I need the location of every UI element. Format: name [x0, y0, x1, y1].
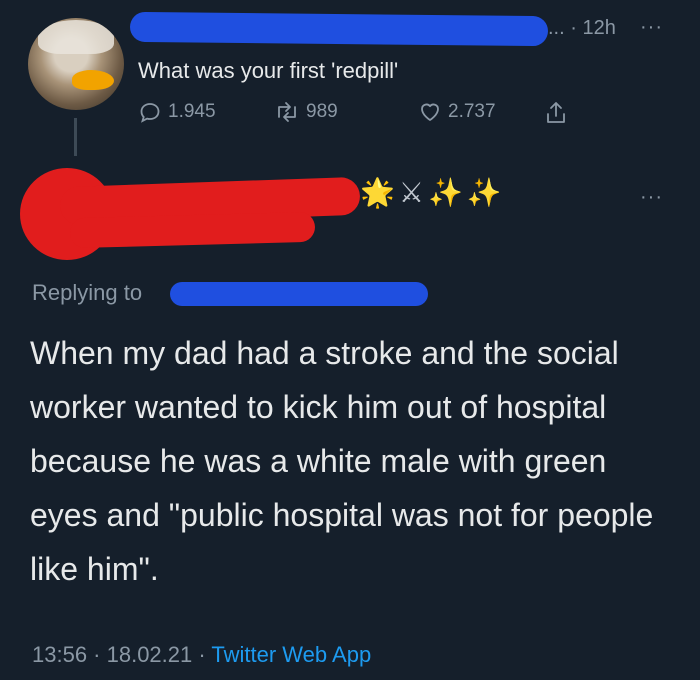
- duck-bill-overlay: [72, 70, 114, 90]
- avatar[interactable]: [28, 18, 124, 110]
- crossed-swords-emoji: ⚔: [398, 177, 428, 208]
- name-emoji-row: 🌟⚔✨✨: [360, 176, 506, 209]
- thread-connector-line: [74, 118, 77, 156]
- tweet-footer: 13:56 · 18.02.21 · Twitter Web App: [32, 642, 371, 668]
- share-icon: [544, 100, 568, 126]
- timestamp[interactable]: 13:56 · 18.02.21 ·: [32, 642, 211, 667]
- reply-button[interactable]: 1.945: [138, 100, 216, 124]
- reply-icon: [138, 100, 162, 124]
- redacted-handle: [69, 211, 316, 249]
- sparkles-emoji-2: ✨: [466, 177, 506, 208]
- heart-icon: [418, 100, 442, 124]
- replying-to-label: Replying to: [32, 280, 143, 305]
- star-emoji: 🌟: [360, 177, 399, 208]
- redacted-username: [129, 11, 549, 47]
- tweet-body: When my dad had a stroke and the social …: [30, 335, 654, 587]
- share-button[interactable]: [544, 100, 568, 126]
- tweet-text: What was your first 'redpill': [138, 58, 399, 83]
- reply-count: 1.945: [168, 101, 216, 122]
- tweet-time[interactable]: ... · 12h: [548, 17, 616, 40]
- source-link[interactable]: Twitter Web App: [211, 642, 371, 667]
- retweet-button[interactable]: 989: [274, 100, 338, 124]
- tweet-actions: 1.945 989 2.737: [138, 100, 598, 130]
- avatar-hair: [38, 20, 114, 54]
- retweet-icon: [274, 100, 300, 124]
- like-button[interactable]: 2.737: [418, 100, 496, 124]
- retweet-count: 989: [306, 101, 338, 122]
- redacted-reply-handle[interactable]: [170, 282, 428, 306]
- more-options-icon[interactable]: ···: [640, 186, 663, 209]
- more-options-icon[interactable]: ···: [640, 16, 663, 39]
- sparkles-emoji: ✨: [427, 177, 467, 208]
- like-count: 2.737: [448, 101, 496, 122]
